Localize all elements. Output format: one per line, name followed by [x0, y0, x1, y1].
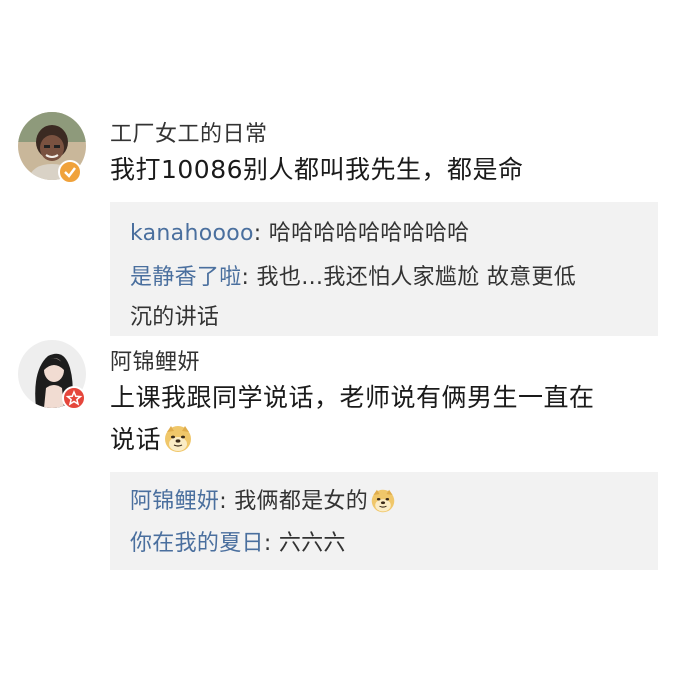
verified-badge-icon — [58, 160, 82, 184]
reply-colon: : — [253, 221, 269, 246]
vip-star-badge-icon — [62, 386, 86, 410]
reply-item: 是静香了啦: 我也…我还怕人家尴尬 故意更低 — [130, 258, 650, 298]
reply-username[interactable]: 是静香了啦 — [130, 265, 242, 290]
reply-username[interactable]: 阿锦鲤妍 — [130, 489, 219, 514]
reply-username[interactable]: 你在我的夏日 — [130, 531, 264, 556]
comment-thread: 工厂女工的日常 我打10086别人都叫我先生，都是命 kanahoooo: 哈哈… — [0, 0, 690, 690]
comment-text: 我打10086别人都叫我先生，都是命 — [110, 155, 524, 184]
comment-text-line: 上课我跟同学说话，老师说有俩男生一直在 — [110, 383, 595, 412]
reply-text: 我也…我还怕人家尴尬 故意更低 — [256, 265, 577, 290]
doge-emoji-icon — [370, 488, 396, 514]
reply-colon: : — [263, 531, 279, 556]
reply-box[interactable]: 阿锦鲤妍: 我俩都是女的 你在我的夏日: 六六六 — [110, 472, 658, 570]
reply-username[interactable]: kanahoooo — [130, 221, 254, 246]
reply-item: kanahoooo: 哈哈哈哈哈哈哈哈哈 — [130, 214, 469, 254]
reply-item: 阿锦鲤妍: 我俩都是女的 — [130, 482, 396, 522]
reply-box[interactable]: kanahoooo: 哈哈哈哈哈哈哈哈哈 是静香了啦: 我也…我还怕人家尴尬 故… — [110, 202, 658, 336]
reply-text-continued: 沉的讲话 — [130, 305, 220, 330]
reply-colon: : — [241, 265, 257, 290]
comment-text-tail: 说话 — [110, 425, 162, 454]
comment-username[interactable]: 阿锦鲤妍 — [110, 344, 200, 376]
comment-username[interactable]: 工厂女工的日常 — [110, 116, 268, 148]
doge-emoji-icon — [163, 424, 193, 454]
reply-text: 六六六 — [278, 531, 346, 556]
reply-colon: : — [219, 489, 235, 514]
reply-text: 我俩都是女的 — [234, 489, 369, 514]
reply-text: 哈哈哈哈哈哈哈哈哈 — [268, 221, 470, 246]
comment-text-line: 说话 — [110, 418, 193, 462]
reply-item: 你在我的夏日: 六六六 — [130, 524, 346, 564]
